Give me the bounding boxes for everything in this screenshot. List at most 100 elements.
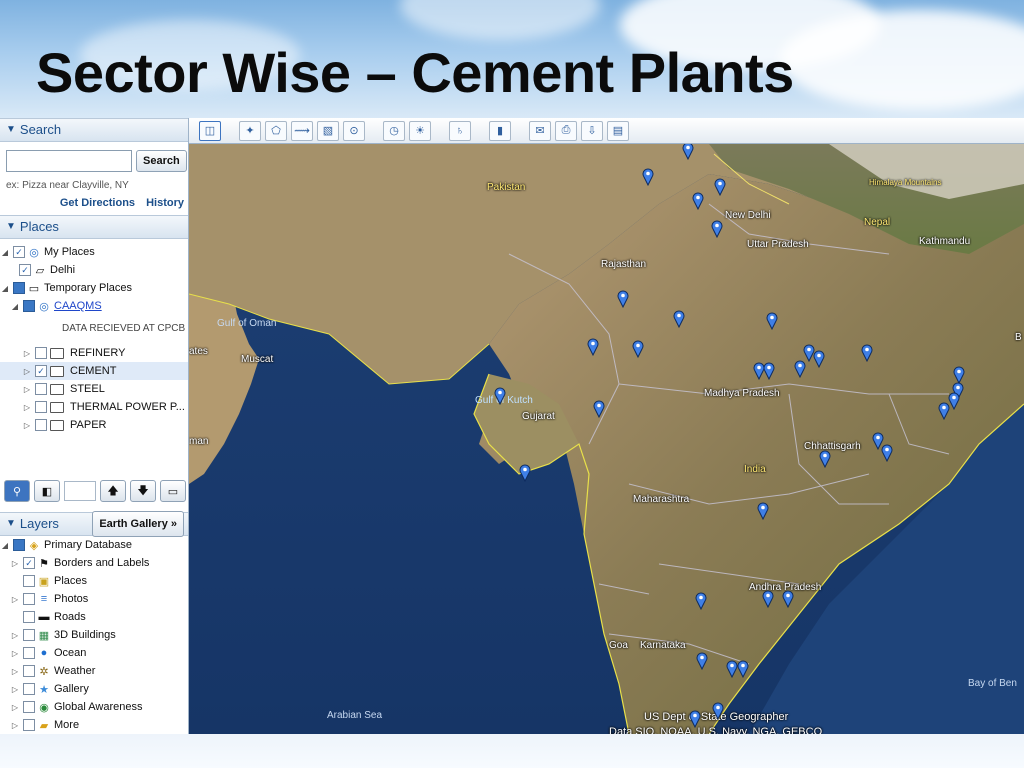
cement-plant-pin-icon[interactable]	[692, 192, 704, 210]
places-panel-header[interactable]: ▼ Places	[0, 215, 188, 239]
tree-item-sector[interactable]: ▷ PAPER	[0, 416, 188, 434]
checkbox[interactable]	[35, 401, 47, 413]
expand-arrow-icon[interactable]: ▷	[10, 559, 20, 568]
layer-item[interactable]: ▷ ◉ Global Awareness	[0, 698, 188, 716]
expand-arrow-icon[interactable]: ▷	[10, 721, 20, 730]
checkbox[interactable]	[23, 557, 35, 569]
layer-item[interactable]: ▷ ⚑ Borders and Labels	[0, 554, 188, 572]
expand-arrow-icon[interactable]: ▷	[10, 667, 20, 676]
cement-plant-pin-icon[interactable]	[794, 360, 806, 378]
checkbox[interactable]	[35, 347, 47, 359]
add-placemark-icon[interactable]: ✦	[239, 120, 261, 141]
view-in-maps-icon[interactable]: ▤	[607, 120, 629, 141]
expand-arrow-icon[interactable]: ◢	[10, 302, 20, 311]
checkbox[interactable]	[23, 701, 35, 713]
record-tour-icon[interactable]: ⊙	[343, 120, 365, 141]
cement-plant-pin-icon[interactable]	[819, 450, 831, 468]
layer-item[interactable]: ▷ ▦ 3D Buildings	[0, 626, 188, 644]
add-polygon-icon[interactable]: ⬠	[265, 120, 287, 141]
search-places-icon[interactable]: ⚲	[4, 480, 30, 502]
checkbox[interactable]	[35, 419, 47, 431]
layer-item[interactable]: ▬ Roads	[0, 608, 188, 626]
search-panel-header[interactable]: ▼ Search	[0, 118, 188, 142]
layer-item[interactable]: ▷ ✲ Weather	[0, 662, 188, 680]
layers-panel-header[interactable]: ▼ Layers Earth Gallery »	[0, 511, 188, 537]
cement-plant-pin-icon[interactable]	[762, 590, 774, 608]
layer-item[interactable]: ▷ ≡ Photos	[0, 590, 188, 608]
new-folder-icon[interactable]: ▭	[160, 480, 186, 502]
tree-item-delhi[interactable]: ▱ Delhi	[0, 261, 188, 279]
ruler-icon[interactable]: ▮	[489, 120, 511, 141]
tree-item-temporary-places[interactable]: ◢ ▭ Temporary Places	[0, 279, 188, 297]
expand-arrow-icon[interactable]: ◢	[0, 248, 10, 257]
email-icon[interactable]: ✉	[529, 120, 551, 141]
sunlight-icon[interactable]: ☀	[409, 120, 431, 141]
search-button[interactable]: Search	[136, 150, 187, 172]
switch-planet-icon[interactable]: ♄	[449, 120, 471, 141]
cement-plant-pin-icon[interactable]	[757, 502, 769, 520]
add-overlay-icon[interactable]: ▧	[317, 120, 339, 141]
cement-plant-pin-icon[interactable]	[587, 338, 599, 356]
get-directions-link[interactable]: Get Directions	[60, 197, 135, 209]
cement-plant-pin-icon[interactable]	[696, 652, 708, 670]
places-filter-box[interactable]	[64, 481, 96, 501]
checkbox[interactable]	[23, 665, 35, 677]
layer-item[interactable]: ▣ Places	[0, 572, 188, 590]
expand-arrow-icon[interactable]: ◢	[0, 284, 10, 293]
history-link[interactable]: History	[146, 197, 184, 209]
checkbox[interactable]	[23, 719, 35, 731]
checkbox[interactable]	[13, 246, 25, 258]
expand-arrow-icon[interactable]: ◢	[0, 541, 10, 550]
cement-plant-pin-icon[interactable]	[632, 340, 644, 358]
expand-arrow-icon[interactable]: ▷	[10, 595, 20, 604]
checkbox[interactable]	[23, 300, 35, 312]
checkbox[interactable]	[35, 365, 47, 377]
checkbox[interactable]	[23, 575, 35, 587]
cement-plant-pin-icon[interactable]	[763, 362, 775, 380]
cement-plant-pin-icon[interactable]	[519, 464, 531, 482]
cement-plant-pin-icon[interactable]	[766, 312, 778, 330]
checkbox[interactable]	[23, 683, 35, 695]
cement-plant-pin-icon[interactable]	[642, 168, 654, 186]
tree-item-primary-database[interactable]: ◢ ◈ Primary Database	[0, 536, 188, 554]
cement-plant-pin-icon[interactable]	[861, 344, 873, 362]
cement-plant-pin-icon[interactable]	[593, 400, 605, 418]
search-input[interactable]	[6, 150, 132, 172]
tree-item-sector[interactable]: ▷ CEMENT	[0, 362, 188, 380]
checkbox[interactable]	[23, 629, 35, 641]
sidebar-toggle-icon[interactable]: ◫	[199, 120, 221, 141]
expand-arrow-icon[interactable]: ▷	[10, 631, 20, 640]
tree-item-my-places[interactable]: ◢ ◎ My Places	[0, 243, 188, 261]
checkbox[interactable]	[13, 282, 25, 294]
cement-plant-pin-icon[interactable]	[948, 392, 960, 410]
cement-plant-pin-icon[interactable]	[714, 178, 726, 196]
checkbox[interactable]	[23, 647, 35, 659]
tree-item-sector[interactable]: ▷ REFINERY	[0, 344, 188, 362]
caaqms-link[interactable]: CAAQMS	[54, 300, 102, 312]
tree-item-caaqms[interactable]: ◢ ◎ CAAQMS	[0, 297, 188, 315]
expand-arrow-icon[interactable]: ▷	[22, 349, 32, 358]
move-down-icon[interactable]: 🡇	[130, 480, 156, 502]
expand-arrow-icon[interactable]: ▷	[10, 649, 20, 658]
cement-plant-pin-icon[interactable]	[617, 290, 629, 308]
cement-plant-pin-icon[interactable]	[712, 702, 724, 720]
layer-item[interactable]: ▷ ★ Gallery	[0, 680, 188, 698]
cement-plant-pin-icon[interactable]	[695, 592, 707, 610]
cement-plant-pin-icon[interactable]	[494, 387, 506, 405]
layer-item[interactable]: ▷ ● Ocean	[0, 644, 188, 662]
tree-item-sector[interactable]: ▷ STEEL	[0, 380, 188, 398]
cement-plant-pin-icon[interactable]	[711, 220, 723, 238]
cement-plant-pin-icon[interactable]	[881, 444, 893, 462]
map-view[interactable]: Pakistan New Delhi Uttar Pradesh Nepal K…	[189, 144, 1024, 734]
checkbox[interactable]	[23, 611, 35, 623]
layer-item[interactable]: ▷ ▰ More	[0, 716, 188, 734]
earth-gallery-button[interactable]: Earth Gallery »	[92, 511, 184, 537]
expand-arrow-icon[interactable]: ▷	[10, 703, 20, 712]
checkbox[interactable]	[35, 383, 47, 395]
historical-imagery-icon[interactable]: ◷	[383, 120, 405, 141]
cement-plant-pin-icon[interactable]	[813, 350, 825, 368]
cement-plant-pin-icon[interactable]	[689, 710, 701, 728]
save-image-icon[interactable]: ⇩	[581, 120, 603, 141]
move-up-icon[interactable]: 🡅	[100, 480, 126, 502]
expand-arrow-icon[interactable]: ▷	[22, 367, 32, 376]
